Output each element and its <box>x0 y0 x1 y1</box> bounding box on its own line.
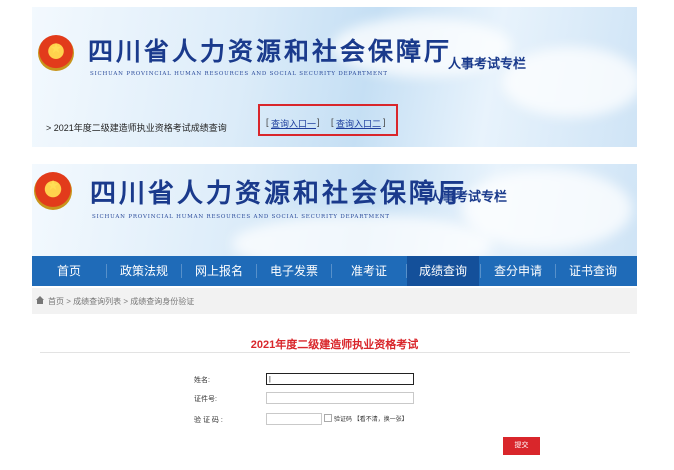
announcement-banner: 四川省人力资源和社会保障厅 SICHUAN PROVINCIAL HUMAN R… <box>32 7 637 147</box>
query-link-1[interactable]: 查询入口一 <box>271 117 316 130</box>
bracket: [ <box>331 117 334 127</box>
exam-title: 2021年度二级建造师执业资格考试 <box>250 339 419 351</box>
captcha-input[interactable] <box>266 413 322 425</box>
nav-registration[interactable]: 网上报名 <box>182 256 256 286</box>
nav-invoice[interactable]: 电子发票 <box>257 256 331 286</box>
bracket: ] <box>317 117 320 127</box>
column-title: 人事考试专栏 <box>429 190 508 205</box>
org-name-en: SICHUAN PROVINCIAL HUMAN RESOURCES AND S… <box>90 71 388 77</box>
national-emblem-icon <box>38 35 74 71</box>
name-label: 姓名: <box>194 377 210 384</box>
nav-score-query[interactable]: 成绩查询 <box>407 256 479 286</box>
main-nav: 首页 政策法规 网上报名 电子发票 准考证 成绩查询 查分申请 证书查询 <box>32 256 637 286</box>
nav-score-review[interactable]: 查分申请 <box>481 256 555 286</box>
notice-text: > 2021年度二级建造师执业资格考试成绩查询 <box>46 123 227 133</box>
national-emblem-icon <box>34 172 72 210</box>
divider <box>40 352 630 353</box>
query-link-2[interactable]: 查询入口二 <box>336 117 381 130</box>
nav-certificate-query[interactable]: 证书查询 <box>556 256 630 286</box>
captcha-label: 验 证 码 : <box>194 417 223 424</box>
banner-cloud <box>462 169 632 249</box>
column-title: 人事考试专栏 <box>448 57 527 72</box>
nav-admission-ticket[interactable]: 准考证 <box>332 256 406 286</box>
bracket: [ <box>266 117 269 127</box>
bracket: ] <box>383 117 386 127</box>
id-number-input[interactable] <box>266 392 414 404</box>
home-icon <box>36 296 44 304</box>
banner-cloud <box>232 214 492 256</box>
breadcrumb-bar: 首页 > 成绩查询列表 > 成绩查询身份验证 <box>32 288 637 314</box>
org-name: 四川省人力资源和社会保障厅 <box>90 179 468 209</box>
query-links-highlight: [ 查询入口一 ] [ 查询入口二 ] <box>258 104 398 136</box>
submit-button[interactable]: 提交 <box>503 437 540 455</box>
nav-home[interactable]: 首页 <box>32 256 106 286</box>
id-label: 证件号: <box>194 396 217 403</box>
org-name-en: SICHUAN PROVINCIAL HUMAN RESOURCES AND S… <box>92 214 390 220</box>
site-header: 四川省人力资源和社会保障厅 SICHUAN PROVINCIAL HUMAN R… <box>32 164 637 256</box>
breadcrumb[interactable]: 首页 > 成绩查询列表 > 成绩查询身份验证 <box>48 296 194 307</box>
captcha-refresh[interactable]: 验证码 【看不清，换一张】 <box>334 414 408 423</box>
name-input[interactable] <box>266 373 414 385</box>
captcha-image-icon[interactable] <box>324 414 332 422</box>
nav-policy[interactable]: 政策法规 <box>107 256 181 286</box>
org-name: 四川省人力资源和社会保障厅 <box>88 37 453 66</box>
